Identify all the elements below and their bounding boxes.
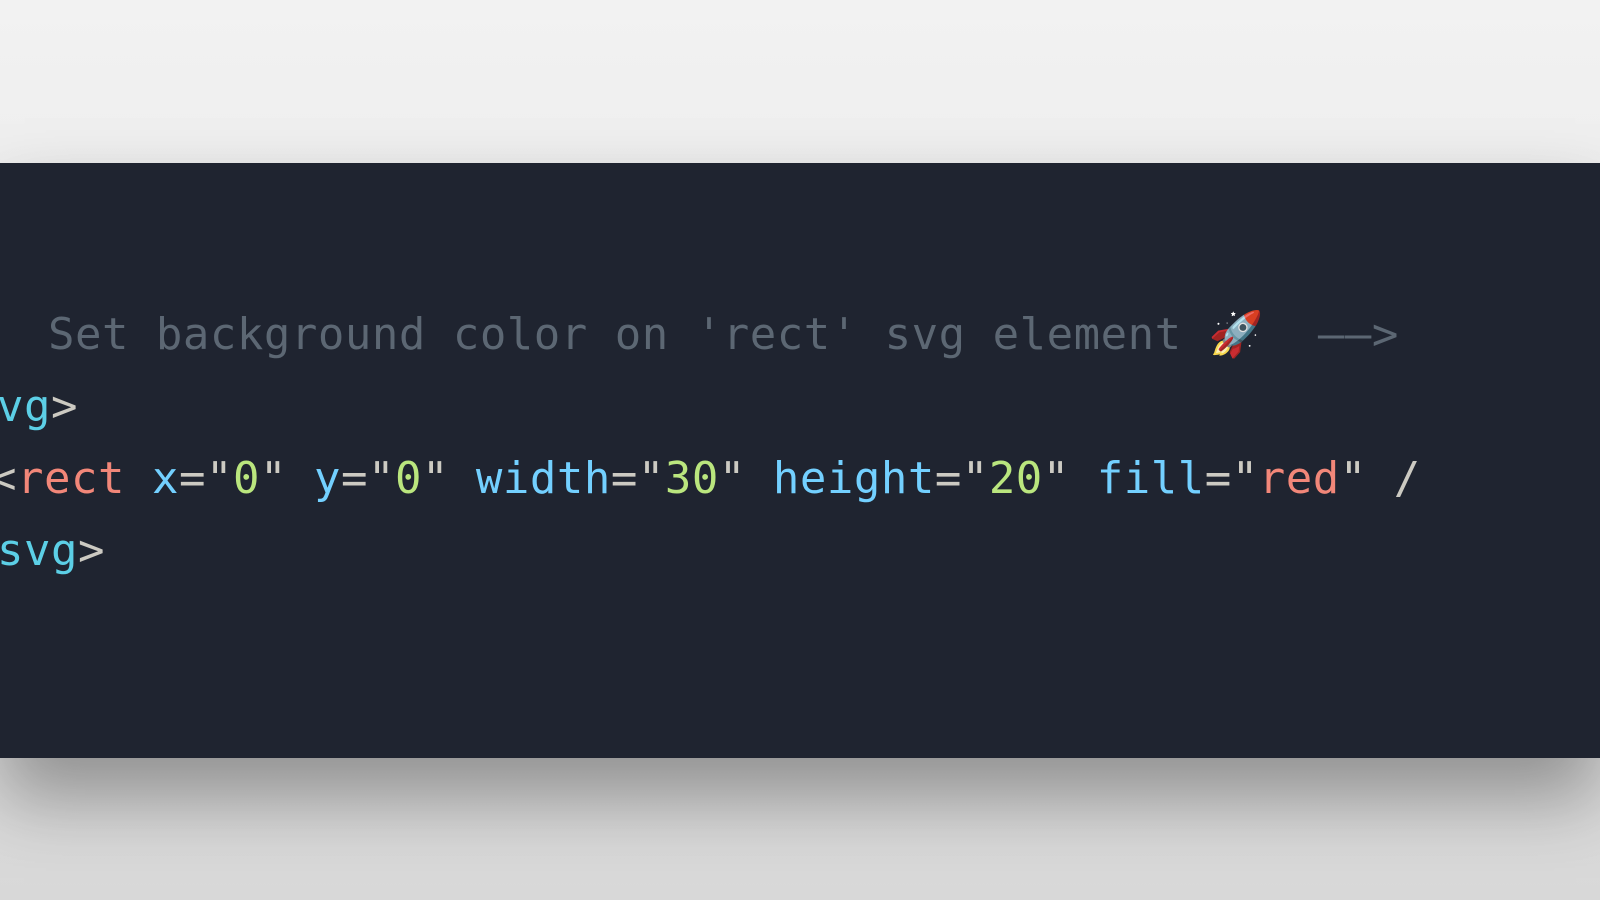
eq-fill: = [1205,453,1232,504]
eq-height: = [935,453,962,504]
rect-open-bracket: < [0,453,17,504]
quote-open-y: " [368,453,395,504]
attr-fill: fill [1070,453,1205,504]
val-fill: red [1259,453,1340,504]
code-line-close-svg: /svg> [0,515,1600,587]
val-width: 30 [665,453,719,504]
comment-trailing-arrow: ——> [1264,309,1399,360]
svg-open-tag-name: svg [0,381,51,432]
val-height: 20 [989,453,1043,504]
code-block: —— Set background color on 'rect' svg el… [0,163,1600,758]
code-line-open-svg: svg> [0,371,1600,443]
svg-open-bracket: > [51,381,78,432]
svg-close-tag-name: svg [0,525,78,576]
eq-width: = [611,453,638,504]
quote-open-height: " [962,453,989,504]
quote-close-y: " [422,453,449,504]
comment-text: Set background color on 'rect' svg eleme… [21,309,1209,360]
quote-open-fill: " [1232,453,1259,504]
eq-x: = [179,453,206,504]
rect-tag-name: rect [17,453,125,504]
rect-self-close: / [1367,453,1421,504]
attr-x: x [125,453,179,504]
rocket-icon: 🚀 [1209,310,1264,359]
val-y: 0 [395,453,422,504]
quote-close-height: " [1043,453,1070,504]
svg-close-bracket: > [78,525,105,576]
code-line-comment: —— Set background color on 'rect' svg el… [0,299,1600,371]
quote-open-width: " [638,453,665,504]
attr-height: height [746,453,935,504]
eq-y: = [341,453,368,504]
quote-close-width: " [719,453,746,504]
val-x: 0 [233,453,260,504]
quote-open-x: " [206,453,233,504]
attr-width: width [449,453,611,504]
comment-leading-dashes: —— [0,309,21,360]
code-line-rect: <rect x="0" y="0" width="30" height="20"… [0,443,1600,515]
quote-close-x: " [260,453,287,504]
attr-y: y [287,453,341,504]
quote-close-fill: " [1340,453,1367,504]
